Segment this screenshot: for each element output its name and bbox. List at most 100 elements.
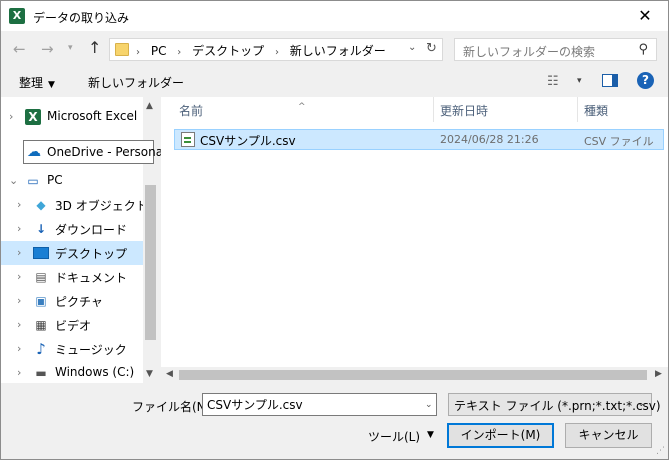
- nav-item-label: Windows (C:): [55, 365, 135, 379]
- nav-item-music[interactable]: › ♪ ミュージック: [1, 337, 143, 361]
- nav-item-label: Microsoft Excel: [47, 109, 138, 123]
- breadcrumb: › PC › デスクトップ › 新しいフォルダー: [136, 42, 393, 59]
- sort-ascending-icon: ^: [298, 102, 306, 112]
- cloud-icon: ☁: [27, 144, 41, 160]
- breadcrumb-separator-icon: ›: [136, 47, 140, 58]
- chevron-down-icon: ▼: [48, 80, 55, 90]
- nav-item-pc[interactable]: ⌄ ▭ PC: [1, 169, 143, 193]
- file-type-filter-select[interactable]: テキスト ファイル (*.prn;*.txt;*.csv) ⌄: [448, 393, 661, 416]
- breadcrumb-item-desktop[interactable]: デスクトップ: [192, 44, 264, 58]
- expand-chevron-icon[interactable]: ›: [17, 198, 21, 211]
- expand-chevron-icon[interactable]: ›: [17, 366, 21, 379]
- scroll-up-icon[interactable]: ▲: [146, 101, 153, 111]
- nav-item-desktop[interactable]: › デスクトップ: [1, 241, 143, 265]
- view-options-icon[interactable]: ☷: [547, 74, 559, 89]
- column-header-name[interactable]: 名前 ^: [161, 97, 433, 122]
- help-icon[interactable]: ?: [637, 72, 654, 89]
- address-dropdown-chevron-icon[interactable]: ⌄: [408, 42, 416, 53]
- window-title: データの取り込み: [33, 11, 130, 25]
- scroll-right-icon[interactable]: ▶: [655, 369, 662, 379]
- import-data-dialog: X データの取り込み ✕ ← → ▾ ↑ › PC › デスクトップ › 新しい…: [0, 0, 669, 460]
- nav-item-microsoft-excel[interactable]: › X Microsoft Excel: [1, 105, 143, 129]
- recent-locations-chevron-icon[interactable]: ▾: [68, 43, 73, 53]
- nav-item-downloads[interactable]: › ↓ ダウンロード: [1, 217, 143, 241]
- title-bar: X データの取り込み ✕: [1, 1, 668, 31]
- file-modified: 2024/06/28 21:26: [440, 133, 539, 146]
- 3d-objects-icon: ◆: [36, 198, 46, 212]
- forward-arrow-icon[interactable]: →: [41, 40, 54, 58]
- view-options-chevron-icon[interactable]: ▾: [577, 76, 582, 86]
- nav-item-label: ビデオ: [55, 319, 92, 333]
- expand-chevron-icon[interactable]: ›: [17, 270, 21, 283]
- refresh-icon[interactable]: ↻: [426, 41, 437, 56]
- tools-chevron-down-icon[interactable]: ▼: [427, 430, 434, 440]
- expand-chevron-icon[interactable]: ›: [9, 110, 13, 123]
- search-icon[interactable]: ⚲: [638, 42, 648, 57]
- nav-item-documents[interactable]: › ▤ ドキュメント: [1, 265, 143, 289]
- nav-item-label: ドキュメント: [55, 271, 128, 285]
- breadcrumb-item-pc[interactable]: PC: [151, 44, 167, 58]
- file-list-horizontal-scrollbar[interactable]: ◀ ▶: [161, 367, 668, 383]
- excel-icon: X: [25, 109, 41, 125]
- expand-chevron-icon[interactable]: ›: [17, 222, 21, 235]
- expand-chevron-icon[interactable]: ›: [17, 318, 21, 331]
- excel-app-icon: X: [9, 8, 25, 24]
- scroll-thumb[interactable]: [179, 370, 647, 380]
- file-row[interactable]: CSVサンプル.csv 2024/06/28 21:26 CSV ファイル: [174, 129, 664, 150]
- nav-item-3d-objects[interactable]: › ◆ 3D オブジェクト: [1, 193, 148, 217]
- desktop-icon: [33, 247, 49, 259]
- breadcrumb-separator-icon: ›: [274, 47, 279, 58]
- close-button[interactable]: ✕: [622, 1, 668, 31]
- import-button[interactable]: インポート(M): [447, 423, 554, 448]
- nav-item-windows-c[interactable]: › ▬ Windows (C:): [1, 361, 143, 383]
- folder-icon: [115, 43, 129, 56]
- nav-item-pictures[interactable]: › ▣ ピクチャ: [1, 289, 143, 313]
- column-header-modified[interactable]: 更新日時: [434, 97, 577, 122]
- pc-icon: ▭: [27, 174, 39, 188]
- file-type: CSV ファイル: [584, 135, 654, 148]
- nav-item-label: ピクチャ: [55, 295, 103, 309]
- scroll-thumb[interactable]: [145, 185, 156, 340]
- csv-file-icon: [181, 132, 195, 147]
- nav-item-label: PC: [47, 173, 63, 187]
- scroll-down-icon[interactable]: ▼: [146, 369, 153, 379]
- back-arrow-icon[interactable]: ←: [13, 40, 26, 58]
- resize-grip-icon[interactable]: ⋰: [656, 446, 665, 456]
- search-placeholder: 新しいフォルダーの検索: [463, 45, 596, 59]
- video-icon: ▦: [35, 318, 47, 332]
- column-header-type[interactable]: 種類: [578, 97, 668, 122]
- column-header-label: 名前: [179, 104, 204, 118]
- tooltip-label: OneDrive - Personal: [47, 145, 167, 159]
- search-box[interactable]: 新しいフォルダーの検索 ⚲: [454, 38, 657, 61]
- file-type-filter-value: テキスト ファイル (*.prn;*.txt;*.csv): [454, 399, 661, 413]
- nav-item-label: 3D オブジェクト: [55, 199, 148, 213]
- expand-chevron-icon[interactable]: ›: [17, 294, 21, 307]
- collapse-chevron-icon[interactable]: ⌄: [9, 174, 18, 187]
- breadcrumb-item-new-folder[interactable]: 新しいフォルダー: [290, 44, 386, 58]
- chevron-down-icon: ⌄: [637, 399, 645, 409]
- address-bar-row: ← → ▾ ↑ › PC › デスクトップ › 新しいフォルダー ⌄ ↻ 新しい…: [1, 31, 668, 67]
- expand-chevron-icon[interactable]: ›: [17, 246, 21, 259]
- music-icon: ♪: [36, 340, 46, 358]
- breadcrumb-separator-icon: ›: [177, 47, 182, 58]
- nav-item-label: ミュージック: [55, 343, 127, 357]
- filename-input[interactable]: [202, 393, 437, 416]
- drive-icon: ▬: [35, 366, 47, 380]
- nav-item-label: デスクトップ: [55, 247, 128, 261]
- cancel-button[interactable]: キャンセル: [565, 423, 652, 448]
- file-name: CSVサンプル.csv: [200, 134, 296, 148]
- organize-button[interactable]: 整理 ▼: [19, 74, 55, 91]
- tools-menu-button[interactable]: ツール(L): [368, 428, 420, 445]
- onedrive-tooltip[interactable]: ☁ OneDrive - Personal: [23, 140, 166, 164]
- scroll-left-icon[interactable]: ◀: [166, 369, 173, 379]
- new-folder-button[interactable]: 新しいフォルダー: [88, 74, 184, 91]
- filename-dropdown-chevron-icon[interactable]: ⌄: [425, 400, 433, 410]
- command-bar: 整理 ▼ 新しいフォルダー ☷ ▾ ?: [1, 67, 668, 97]
- address-box[interactable]: › PC › デスクトップ › 新しいフォルダー ⌄ ↻: [109, 38, 443, 61]
- column-header-label: 種類: [584, 104, 609, 118]
- column-header-label: 更新日時: [440, 104, 489, 118]
- nav-item-videos[interactable]: › ▦ ビデオ: [1, 313, 143, 337]
- preview-pane-icon[interactable]: [602, 74, 618, 87]
- expand-chevron-icon[interactable]: ›: [17, 342, 21, 355]
- up-arrow-icon[interactable]: ↑: [88, 38, 101, 57]
